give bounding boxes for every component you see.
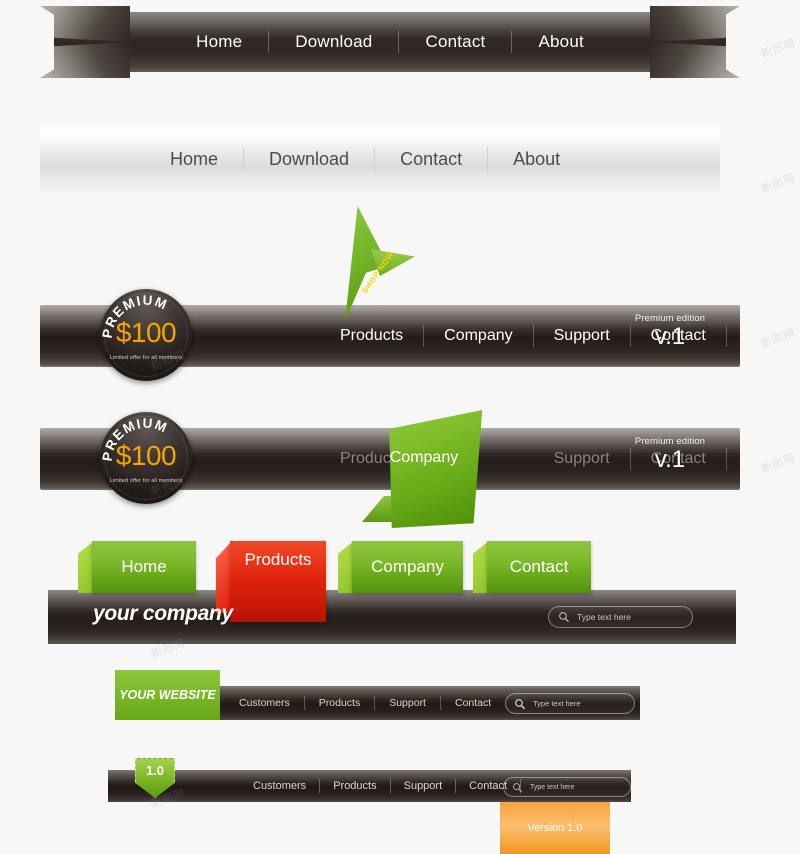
tab-label: Contact — [509, 557, 569, 576]
nav-item-products[interactable]: Products — [305, 696, 376, 710]
search-icon — [513, 782, 522, 792]
version-badge[interactable]: 1.0 — [135, 758, 175, 798]
light-gradient-nav: Home Download Contact About — [40, 126, 720, 192]
tab-label: Home — [121, 557, 167, 576]
search-placeholder: Type text here — [577, 612, 631, 622]
nav-item-support[interactable]: Support — [391, 779, 457, 793]
version-badge-label: 1.0 — [145, 763, 165, 778]
nav-item-support[interactable]: Support — [534, 325, 631, 347]
premium-price: $100 — [115, 440, 177, 471]
brand-title: YOUR WEBSITE — [119, 688, 216, 702]
brand-title: your company — [93, 602, 233, 625]
premium-offer-note: Limited offer for all members — [109, 478, 183, 484]
nav-menu: Home Download Contact About — [40, 12, 740, 72]
edition-version: v.1 — [654, 323, 686, 350]
your-website-nav: YOUR WEBSITE Customers Products Support … — [115, 670, 640, 720]
watermark: 新图网 — [759, 452, 798, 476]
search-box[interactable]: Type text here — [503, 777, 631, 797]
tab-label: Products — [244, 550, 312, 569]
nav-item-products[interactable]: Products — [320, 779, 391, 793]
nav-item-home[interactable]: Home — [145, 147, 245, 171]
watermark: 新图网 — [759, 37, 798, 61]
edition-block: Premium edition v.1 — [622, 436, 718, 474]
nav-item-home[interactable]: Home — [170, 31, 270, 53]
edition-label: Premium edition — [634, 313, 706, 324]
version-panel-label: Version 1.0 — [527, 822, 583, 834]
edition-version: v.1 — [654, 446, 686, 473]
tabbed-nav-your-company: Home Products Company Contact your compa… — [48, 540, 736, 644]
edition-label: Premium edition — [634, 436, 706, 447]
nav-menu: Customers Products Support Contact — [225, 686, 505, 720]
nav-item-download[interactable]: Download — [244, 147, 376, 171]
premium-price-badge[interactable]: PREMIUM $100 Limited offer for all membe… — [100, 412, 192, 504]
search-icon — [515, 698, 525, 709]
shop-now-flag[interactable]: SHOP NOW — [345, 206, 415, 321]
search-placeholder: Type text here — [533, 699, 581, 708]
nav-item-company-active[interactable] — [362, 410, 486, 528]
search-placeholder: Type text here — [530, 783, 575, 791]
nav-item-download[interactable]: Download — [269, 31, 400, 53]
nav-menu: Customers Products Support Contact — [240, 770, 522, 802]
nav-item-about[interactable]: About — [512, 31, 609, 53]
nav-item-contact[interactable]: Contact — [399, 31, 513, 53]
search-box[interactable]: Type text here — [505, 693, 635, 714]
premium-price: $100 — [115, 317, 177, 348]
tab-home[interactable]: Home — [78, 541, 196, 593]
premium-price-badge[interactable]: PREMIUM $100 Limited offer for all membe… — [100, 289, 192, 381]
nav-menu: Home Download Contact About — [40, 126, 720, 192]
navigation-bar-collection: Home Download Contact About Home Downloa… — [0, 0, 800, 854]
nav-item-support[interactable]: Support — [375, 696, 441, 710]
search-icon — [559, 612, 569, 623]
nav-item-customers[interactable]: Customers — [240, 779, 321, 793]
search-box[interactable]: Type text here — [548, 606, 693, 628]
nav-item-about[interactable]: About — [488, 147, 585, 171]
nav-item-products[interactable]: Products — [320, 325, 425, 347]
nav-item-contact[interactable]: Contact — [441, 696, 505, 710]
tab-label: Company — [371, 557, 444, 576]
tab-company[interactable]: Company — [338, 541, 463, 593]
edition-block: Premium edition v.1 — [622, 313, 718, 351]
dark-ribbon-nav: Home Download Contact About — [40, 6, 740, 78]
tab-contact[interactable]: Contact — [473, 541, 591, 593]
watermark: 新图网 — [759, 327, 798, 351]
nav-item-support[interactable]: Support — [534, 448, 631, 470]
nav-item-company-label: Company — [389, 449, 459, 466]
nav-item-contact[interactable]: Contact — [375, 147, 489, 171]
nav-item-company[interactable]: Company — [424, 325, 534, 347]
version-panel[interactable]: Version 1.0 — [500, 802, 610, 854]
nav-item-customers[interactable]: Customers — [225, 696, 305, 710]
version-nav: 1.0 Customers Products Support Contact T… — [108, 758, 631, 854]
watermark: 新图网 — [759, 172, 798, 196]
premium-offer-note: Limited offer for all members — [109, 355, 183, 361]
brand-block[interactable]: YOUR WEBSITE — [115, 670, 220, 720]
